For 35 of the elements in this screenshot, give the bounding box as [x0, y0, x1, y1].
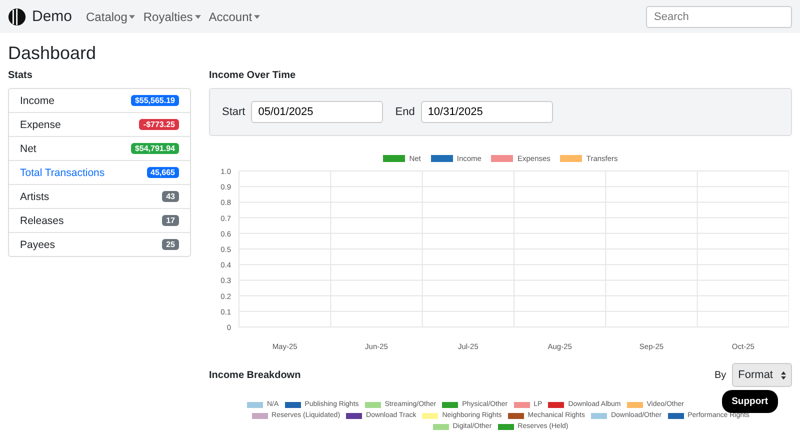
format-select[interactable]: Format: [732, 363, 792, 387]
field-label: Start: [222, 106, 246, 118]
search-field[interactable]: Search: [646, 6, 792, 28]
section-title: Stats: [8, 70, 34, 82]
stat-link[interactable]: Total Transactions: [20, 166, 105, 178]
page-title: Dashboard: [8, 43, 98, 64]
stat-label: Artists: [20, 190, 50, 202]
count-badge: 17: [162, 215, 179, 226]
field-label: By: [714, 370, 726, 380]
count-badge: 25: [162, 239, 179, 250]
count-badge: -$773.25: [139, 119, 179, 130]
caret-icon: [194, 14, 201, 18]
count-badge: $54,791.94: [130, 143, 179, 154]
brand-link[interactable]: Demo: [32, 8, 72, 25]
sort-icon: [781, 370, 786, 380]
count-badge: 45,665: [146, 167, 179, 178]
count-badge: 43: [162, 191, 179, 202]
caret-icon: [129, 14, 136, 18]
count-badge: $55,565.19: [130, 95, 179, 106]
stat-label: Expense: [20, 118, 61, 130]
stat-label: Net: [20, 142, 36, 154]
end-date-field[interactable]: 10/31/2025: [420, 101, 553, 123]
caret-icon: [254, 14, 260, 18]
stat-label: Income: [20, 94, 54, 106]
stat-label: Payees: [20, 238, 56, 250]
nav-menu[interactable]: Royalties: [143, 10, 201, 24]
section-title: Income Breakdown: [209, 370, 301, 380]
start-date-field[interactable]: 05/01/2025: [251, 101, 384, 123]
section-title: Income Over Time: [209, 70, 297, 82]
nav-menu[interactable]: Catalog: [86, 10, 136, 24]
support-button[interactable]: Support: [722, 390, 778, 413]
field-label: End: [395, 106, 415, 118]
logo-icon[interactable]: [8, 8, 26, 26]
stat-label: Releases: [20, 214, 64, 226]
nav-menu[interactable]: Account: [208, 10, 260, 24]
